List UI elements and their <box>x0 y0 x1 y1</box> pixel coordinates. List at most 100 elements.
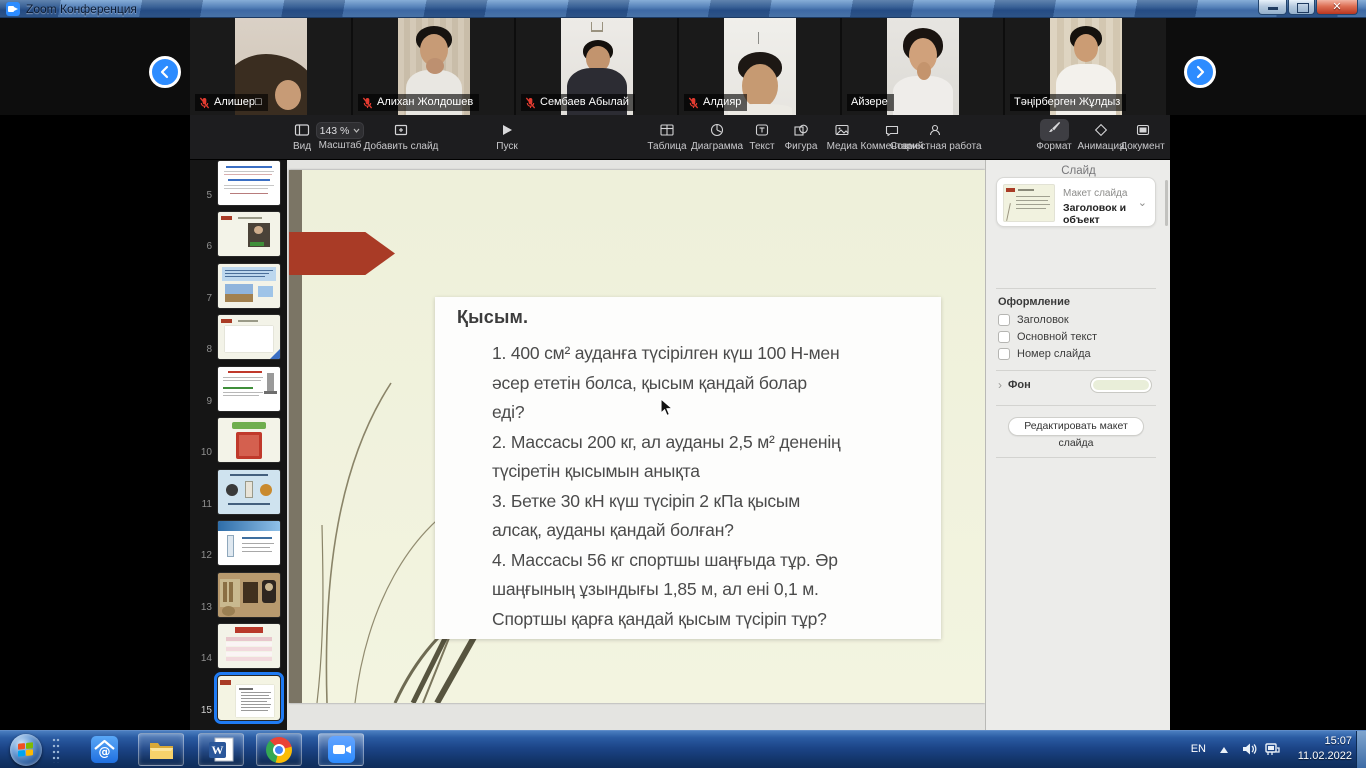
taskbar-zoom-button[interactable] <box>318 733 364 766</box>
start-button[interactable] <box>10 734 42 766</box>
slide-thumbnail-7[interactable]: 7 <box>190 263 287 311</box>
collaborate-button[interactable]: Совместная работа <box>890 120 980 152</box>
show-desktop-button[interactable] <box>1356 731 1366 768</box>
participant-video-3[interactable]: Сембаев Абылай <box>516 18 677 115</box>
slide-thumbnail-15-selected[interactable]: 15 <box>190 675 287 723</box>
thumbnail-preview <box>218 676 280 720</box>
slide-thumbnail-6[interactable]: 6 <box>190 211 287 259</box>
layout-thumbnail <box>1003 184 1055 222</box>
window-title: Zoom Конференция <box>26 2 137 16</box>
divider <box>996 370 1156 371</box>
participant-name-label: Алдияр <box>684 94 747 111</box>
media-button[interactable]: Медиа <box>824 120 860 152</box>
checkbox-body-text[interactable]: Основной текст <box>998 330 1097 344</box>
slide-thumbnail-panel: 5 6 <box>190 160 287 730</box>
background-disclosure[interactable]: › Фон <box>998 378 1031 392</box>
previous-participants-button[interactable] <box>149 56 181 88</box>
participant-name-label: Айзере <box>847 94 894 111</box>
close-button[interactable] <box>1316 0 1358 15</box>
thumbnail-preview <box>218 264 280 308</box>
play-button[interactable]: Пуск <box>487 120 527 152</box>
tray-time: 15:07 <box>1276 734 1352 749</box>
add-slide-icon <box>362 120 440 140</box>
slide-body-line: түсіретін қысымын анықта <box>492 457 932 487</box>
participant-video-2[interactable]: Алихан Жолдошев <box>353 18 514 115</box>
checkbox-title[interactable]: Заголовок <box>998 313 1069 327</box>
app-toolbar: Вид 143 % Масштаб Добавить слайд Пуск Та… <box>190 115 1170 160</box>
tray-expand-arrow[interactable] <box>1220 747 1228 753</box>
webcam-video <box>887 18 959 115</box>
participant-name-label: Алишер□ <box>195 94 268 111</box>
language-indicator[interactable]: EN <box>1191 743 1206 755</box>
checkbox-icon <box>998 314 1010 326</box>
thumbnail-preview <box>218 573 280 617</box>
inspector-scrollbar[interactable] <box>1165 180 1168 226</box>
checkbox-slide-number[interactable]: Номер слайда <box>998 347 1091 361</box>
participant-name-label: Тәңірберген Жұлдыз <box>1010 94 1126 111</box>
participant-video-6[interactable]: Тәңірберген Жұлдыз <box>1005 18 1166 115</box>
svg-text:W: W <box>211 743 223 757</box>
add-slide-button[interactable]: Добавить слайд <box>362 120 440 152</box>
thumbnail-preview <box>218 521 280 565</box>
chrome-icon <box>266 737 292 763</box>
slide-thumbnail-5[interactable]: 5 <box>190 160 287 208</box>
background-color-well[interactable] <box>1090 377 1152 393</box>
participant-video-5[interactable]: Айзере <box>842 18 1003 115</box>
taskbar-word-button[interactable]: W <box>198 733 244 766</box>
participant-video-4[interactable]: Алдияр <box>679 18 840 115</box>
zoom-window-titlebar: Zoom Конференция <box>0 0 1366 18</box>
shape-button[interactable]: Фигура <box>780 120 822 152</box>
slide-body-line: еді? <box>492 398 932 428</box>
slide-layout-selector[interactable]: Макет слайда Заголовок и объект ⌄ <box>996 177 1156 227</box>
minimize-button[interactable] <box>1258 0 1287 15</box>
volume-icon[interactable] <box>1242 742 1258 756</box>
thumbnail-preview <box>218 470 280 514</box>
muted-mic-icon <box>688 97 699 109</box>
chevron-down-icon <box>353 128 360 133</box>
text-button[interactable]: Текст <box>746 120 778 152</box>
current-slide[interactable]: Қысым. 1. 400 см² ауданға түсірілген күш… <box>289 170 985 703</box>
slide-text-box[interactable]: Қысым. 1. 400 см² ауданға түсірілген күш… <box>435 297 941 639</box>
slide-thumbnail-9[interactable]: 9 <box>190 366 287 414</box>
format-button[interactable]: Формат <box>1029 120 1079 152</box>
maximize-button[interactable] <box>1288 0 1315 15</box>
text-icon <box>746 120 778 140</box>
slide-thumbnail-14[interactable]: 14 <box>190 623 287 671</box>
document-button[interactable]: Документ <box>1115 120 1170 152</box>
slide-thumbnail-13[interactable]: 13 <box>190 572 287 620</box>
chart-button[interactable]: Диаграмма <box>691 120 743 152</box>
taskbar-chrome-button[interactable] <box>256 733 302 766</box>
zoom-control[interactable]: 143 % Масштаб <box>314 120 366 151</box>
window-controls <box>1257 0 1358 15</box>
slide-thumbnail-8[interactable]: 8 <box>190 314 287 362</box>
thumbnail-preview <box>218 624 280 668</box>
thumbnail-preview <box>218 212 280 256</box>
format-inspector-panel: Слайд Макет слайда Заголовок и объект ⌄ … <box>985 160 1170 730</box>
clock[interactable]: 15:07 11.02.2022 <box>1276 734 1352 764</box>
slide-body-line: әсер ететін болса, қысым қандай болар <box>492 369 932 399</box>
slide-body-line: Спортшы қарға қандай қысым түсіріп тұр? <box>492 605 932 635</box>
quick-launch-handle[interactable] <box>52 737 60 763</box>
slide-thumbnail-10[interactable]: 10 <box>190 417 287 465</box>
table-button[interactable]: Таблица <box>645 120 689 152</box>
titlebar-texture <box>0 0 1366 17</box>
slide-canvas[interactable]: Қысым. 1. 400 см² ауданға түсірілген күш… <box>287 160 985 730</box>
media-icon <box>824 120 860 140</box>
zoom-app-icon <box>6 2 20 16</box>
slide-body-line: 4. Массасы 56 кг спортшы шаңғыда тұр. Әр <box>492 546 932 576</box>
next-participants-button[interactable] <box>1184 56 1216 88</box>
participant-video-1[interactable]: Алишер□ <box>190 18 351 115</box>
chevron-left-icon <box>158 65 172 79</box>
taskbar-explorer-button[interactable] <box>138 733 184 766</box>
edit-slide-layout-button[interactable]: Редактировать макет слайда <box>1008 417 1144 436</box>
slide-thumbnail-12[interactable]: 12 <box>190 520 287 568</box>
slide-red-arrow-decoration <box>289 232 395 275</box>
slide-body-line: алсақ, ауданы қандай болған? <box>492 516 932 546</box>
folder-icon <box>148 736 175 763</box>
taskbar-mailru-icon[interactable]: @ <box>84 733 124 766</box>
zoom-value-dropdown[interactable]: 143 % <box>316 122 364 139</box>
slide-thumbnail-11[interactable]: 11 <box>190 469 287 517</box>
taskbar: @ W EN <box>0 730 1366 768</box>
zoom-icon <box>328 736 355 763</box>
slide-body-line: шаңғының ұзындығы 1,85 м, ал ені 0,1 м. <box>492 575 932 605</box>
